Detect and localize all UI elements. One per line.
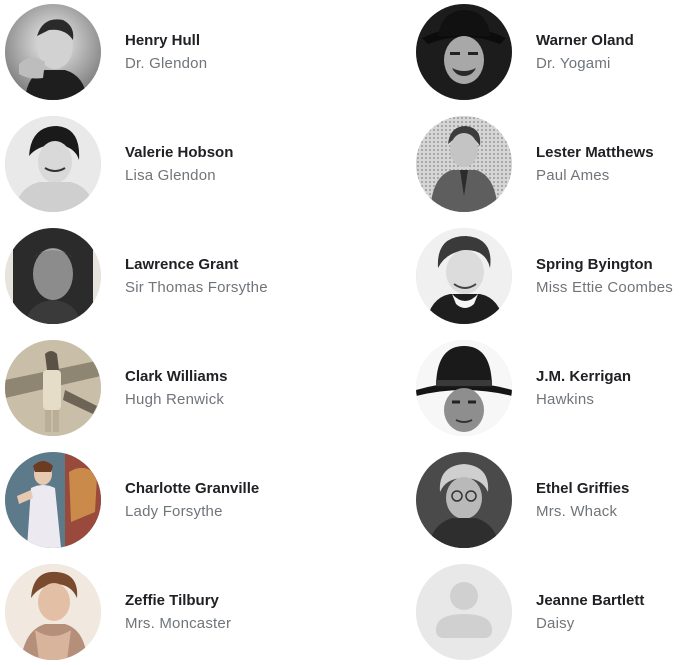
actor-name: Valerie Hobson [125, 143, 234, 161]
actor-name: Lester Matthews [536, 143, 654, 161]
cast-card[interactable]: Henry Hull Dr. Glendon [5, 4, 295, 100]
actor-name: Jeanne Bartlett [536, 591, 645, 609]
cast-card[interactable]: Warner Oland Dr. Yogami [416, 4, 696, 100]
actor-name: Charlotte Granville [125, 479, 260, 497]
cast-card[interactable]: Ethel Griffies Mrs. Whack [416, 452, 696, 548]
cast-card[interactable]: Lester Matthews Paul Ames [416, 116, 696, 212]
character-name: Miss Ettie Coombes [536, 278, 673, 296]
actor-photo [416, 452, 512, 548]
character-name: Hugh Renwick [125, 390, 225, 408]
actor-photo [5, 116, 101, 212]
actor-name: J.M. Kerrigan [536, 367, 632, 385]
actor-name: Lawrence Grant [125, 255, 239, 273]
character-name: Dr. Yogami [536, 54, 611, 72]
actor-name: Spring Byington [536, 255, 653, 273]
default-person-icon [416, 564, 512, 660]
actor-photo [416, 340, 512, 436]
cast-card[interactable]: Valerie Hobson Lisa Glendon [5, 116, 295, 212]
cast-card[interactable]: Spring Byington Miss Ettie Coombes [416, 228, 696, 324]
actor-photo [5, 4, 101, 100]
character-name: Mrs. Whack [536, 502, 618, 520]
cast-card[interactable]: J.M. Kerrigan Hawkins [416, 340, 696, 436]
actor-photo [5, 452, 101, 548]
character-name: Hawkins [536, 390, 595, 408]
character-name: Lisa Glendon [125, 166, 216, 184]
actor-photo [5, 228, 101, 324]
actor-photo [416, 4, 512, 100]
cast-card[interactable]: Jeanne Bartlett Daisy [416, 564, 696, 660]
cast-card[interactable]: Clark Williams Hugh Renwick [5, 340, 295, 436]
actor-photo [416, 116, 512, 212]
actor-name: Zeffie Tilbury [125, 591, 219, 609]
actor-photo [5, 564, 101, 660]
cast-card[interactable]: Charlotte Granville Lady Forsythe [5, 452, 295, 548]
actor-photo-placeholder [416, 564, 512, 660]
actor-name: Warner Oland [536, 31, 634, 49]
actor-photo [416, 228, 512, 324]
character-name: Paul Ames [536, 166, 610, 184]
cast-card[interactable]: Lawrence Grant Sir Thomas Forsythe [5, 228, 295, 324]
actor-name: Ethel Griffies [536, 479, 630, 497]
actor-photo [5, 340, 101, 436]
cast-grid: Henry Hull Dr. Glendon Valerie Hobson Li… [0, 0, 696, 665]
character-name: Dr. Glendon [125, 54, 208, 72]
actor-name: Clark Williams [125, 367, 228, 385]
character-name: Lady Forsythe [125, 502, 223, 520]
character-name: Sir Thomas Forsythe [125, 278, 268, 296]
cast-card[interactable]: Zeffie Tilbury Mrs. Moncaster [5, 564, 295, 660]
character-name: Daisy [536, 614, 575, 632]
actor-name: Henry Hull [125, 31, 201, 49]
character-name: Mrs. Moncaster [125, 614, 232, 632]
